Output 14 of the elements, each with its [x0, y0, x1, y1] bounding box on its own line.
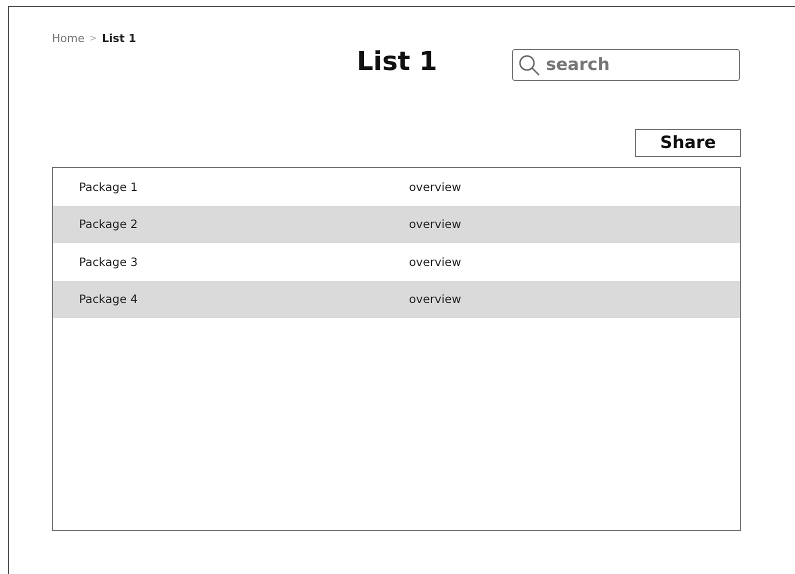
breadcrumb-separator: >: [89, 34, 98, 44]
search-field[interactable]: search: [512, 49, 740, 81]
page-title: List 1: [356, 46, 438, 79]
package-name: Package 1: [79, 180, 139, 194]
overview-link[interactable]: overview: [409, 292, 740, 306]
overview-link[interactable]: overview: [409, 180, 740, 194]
breadcrumb-link[interactable]: Home: [52, 32, 84, 45]
breadcrumb-link[interactable]: List 1: [102, 32, 136, 45]
share-button[interactable]: Share: [635, 129, 741, 157]
overview-link[interactable]: overview: [409, 217, 740, 232]
overview-link[interactable]: overview: [409, 254, 740, 269]
package-name: Package 3: [79, 254, 139, 269]
package-name: Package 4: [79, 292, 139, 306]
package-name: Package 2: [79, 217, 139, 232]
